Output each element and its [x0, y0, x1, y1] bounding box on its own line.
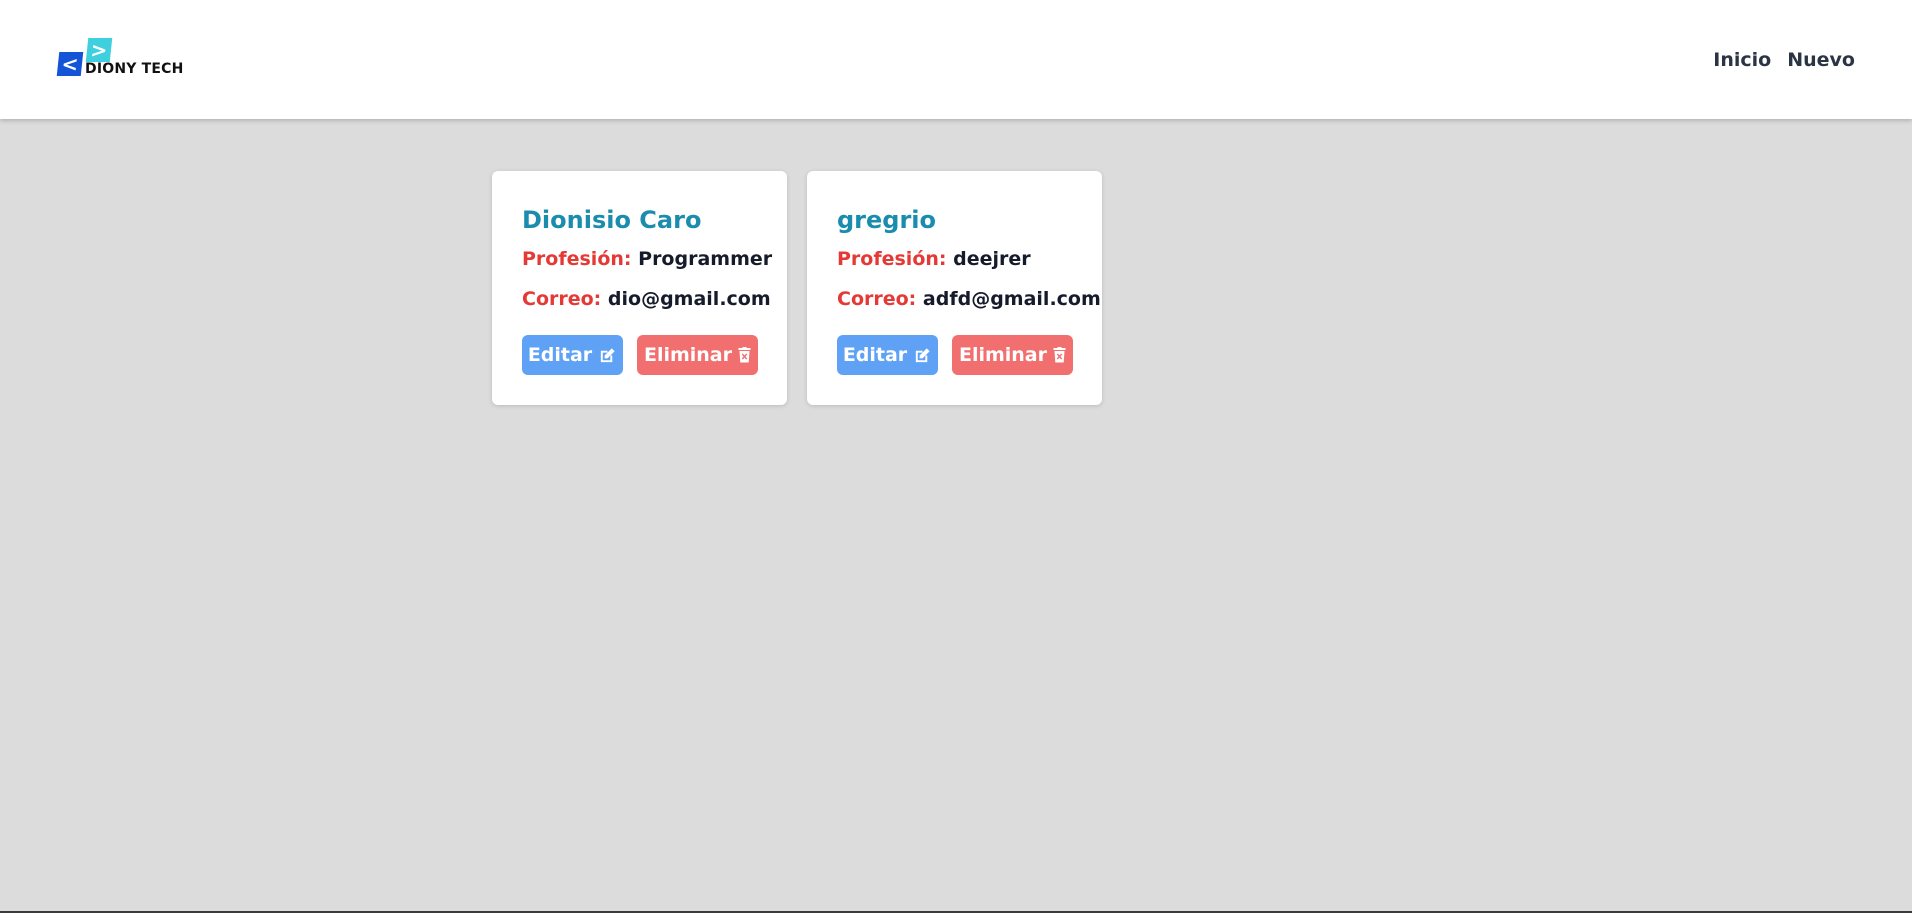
nav-links: Inicio Nuevo [1713, 47, 1855, 73]
email-row: Correo: dio@gmail.com [522, 287, 771, 311]
edit-button[interactable]: Editar [837, 335, 938, 375]
trash-icon [1053, 347, 1066, 363]
profession-label: Profesión: [522, 248, 632, 270]
email-value: adfd@gmail.com [922, 288, 1101, 310]
logo-right-glyph: > [89, 38, 109, 62]
delete-button[interactable]: Eliminar [637, 335, 758, 375]
profession-label: Profesión: [837, 248, 947, 270]
logo-right-tile: > [85, 38, 113, 62]
contact-card: gregrio Profesión: deejrer Correo: adfd@… [807, 171, 1102, 405]
email-label: Correo: [837, 288, 917, 310]
delete-button[interactable]: Eliminar [952, 335, 1073, 375]
contact-name: Dionisio Caro [522, 206, 702, 234]
delete-button-label: Eliminar [643, 344, 733, 366]
edit-button[interactable]: Editar [522, 335, 623, 375]
contact-card: Dionisio Caro Profesión: Programmer Corr… [492, 171, 787, 405]
edit-icon [916, 347, 930, 362]
logo-left-tile: < [56, 52, 84, 76]
edit-button-label: Editar [527, 344, 593, 366]
logo-left-glyph: < [60, 52, 80, 76]
navbar: < > DIONY TECH Inicio Nuevo [0, 0, 1912, 119]
trash-icon [738, 347, 751, 363]
profession-row: Profesión: Programmer [522, 247, 772, 271]
email-label: Correo: [522, 288, 602, 310]
email-value: dio@gmail.com [607, 288, 771, 310]
delete-button-label: Eliminar [958, 344, 1048, 366]
profession-row: Profesión: deejrer [837, 247, 1031, 271]
edit-button-label: Editar [842, 344, 908, 366]
nav-link-nuevo[interactable]: Nuevo [1787, 47, 1855, 73]
email-row: Correo: adfd@gmail.com [837, 287, 1101, 311]
edit-icon [601, 347, 615, 362]
contacts-list: Dionisio Caro Profesión: Programmer Corr… [492, 171, 1102, 405]
logo-text: DIONY TECH [85, 61, 184, 77]
logo[interactable]: < > DIONY TECH [56, 38, 188, 78]
contact-name: gregrio [837, 206, 937, 234]
profession-value: Programmer [638, 248, 773, 270]
profession-value: deejrer [953, 248, 1031, 270]
nav-link-inicio[interactable]: Inicio [1713, 47, 1771, 73]
